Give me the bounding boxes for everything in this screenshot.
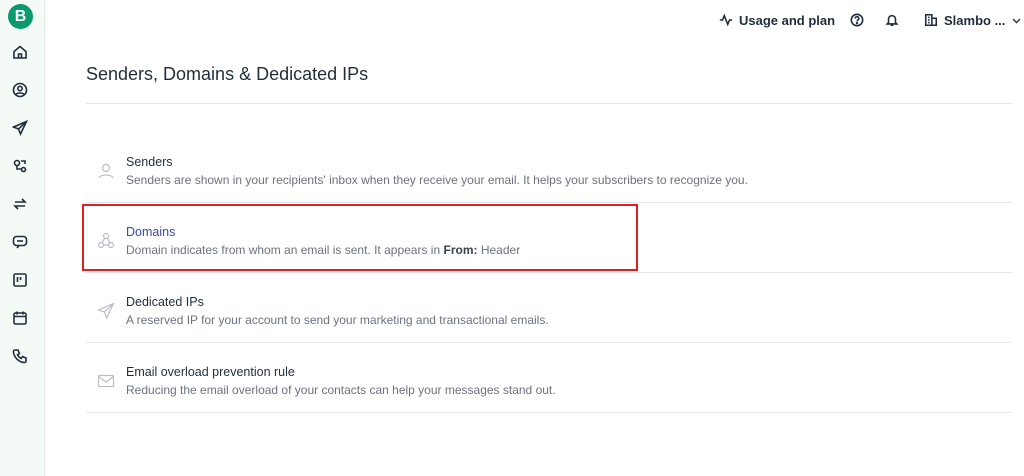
- send-icon[interactable]: [10, 118, 30, 138]
- help-icon[interactable]: [850, 10, 864, 30]
- divider: [86, 342, 1012, 343]
- brevo-logo[interactable]: B: [8, 4, 33, 29]
- dedicated-ips-description: A reserved IP for your account to send y…: [126, 313, 549, 327]
- transactional-icon[interactable]: [10, 194, 30, 214]
- domains-description: Domain indicates from whom an email is s…: [126, 243, 520, 257]
- phone-icon[interactable]: [10, 346, 30, 366]
- email-overload-title: Email overload prevention rule: [126, 365, 295, 379]
- divider: [86, 412, 1012, 413]
- senders-title: Senders: [126, 155, 173, 169]
- divider: [86, 202, 1012, 203]
- automation-icon[interactable]: [10, 156, 30, 176]
- domains-title[interactable]: Domains: [126, 225, 175, 239]
- domains-description-text: Domain indicates from whom an email is s…: [126, 243, 441, 257]
- senders-description: Senders are shown in your recipients' in…: [126, 173, 748, 187]
- usage-and-plan-label: Usage and plan: [739, 12, 836, 28]
- dedicated-ips-title: Dedicated IPs: [126, 295, 204, 309]
- building-icon: [924, 13, 938, 27]
- envelope-icon: [96, 371, 116, 391]
- paper-plane-icon: [96, 301, 116, 321]
- divider: [86, 272, 1012, 273]
- contacts-icon[interactable]: [10, 80, 30, 100]
- deals-icon[interactable]: [10, 270, 30, 290]
- domains-description-suffix: Header: [480, 243, 521, 257]
- title-divider: [86, 103, 1012, 104]
- meetings-icon[interactable]: [10, 308, 30, 328]
- email-overload-description: Reducing the email overload of your cont…: [126, 383, 556, 397]
- home-icon[interactable]: [10, 42, 30, 62]
- notifications-bell-icon[interactable]: [885, 10, 899, 30]
- account-menu-button[interactable]: Slambo ...: [924, 10, 1022, 30]
- user-icon: [96, 161, 116, 181]
- chevron-down-icon: [1012, 18, 1021, 24]
- usage-and-plan-button[interactable]: Usage and plan: [719, 10, 835, 30]
- from-header-label: From:: [443, 243, 478, 257]
- page-title: Senders, Domains & Dedicated IPs: [86, 64, 369, 84]
- account-name: Slambo ...: [944, 12, 1006, 28]
- sidebar: B: [0, 0, 45, 476]
- domain-nodes-icon: [96, 231, 116, 251]
- conversations-icon[interactable]: [10, 232, 30, 252]
- activity-icon: [719, 13, 733, 27]
